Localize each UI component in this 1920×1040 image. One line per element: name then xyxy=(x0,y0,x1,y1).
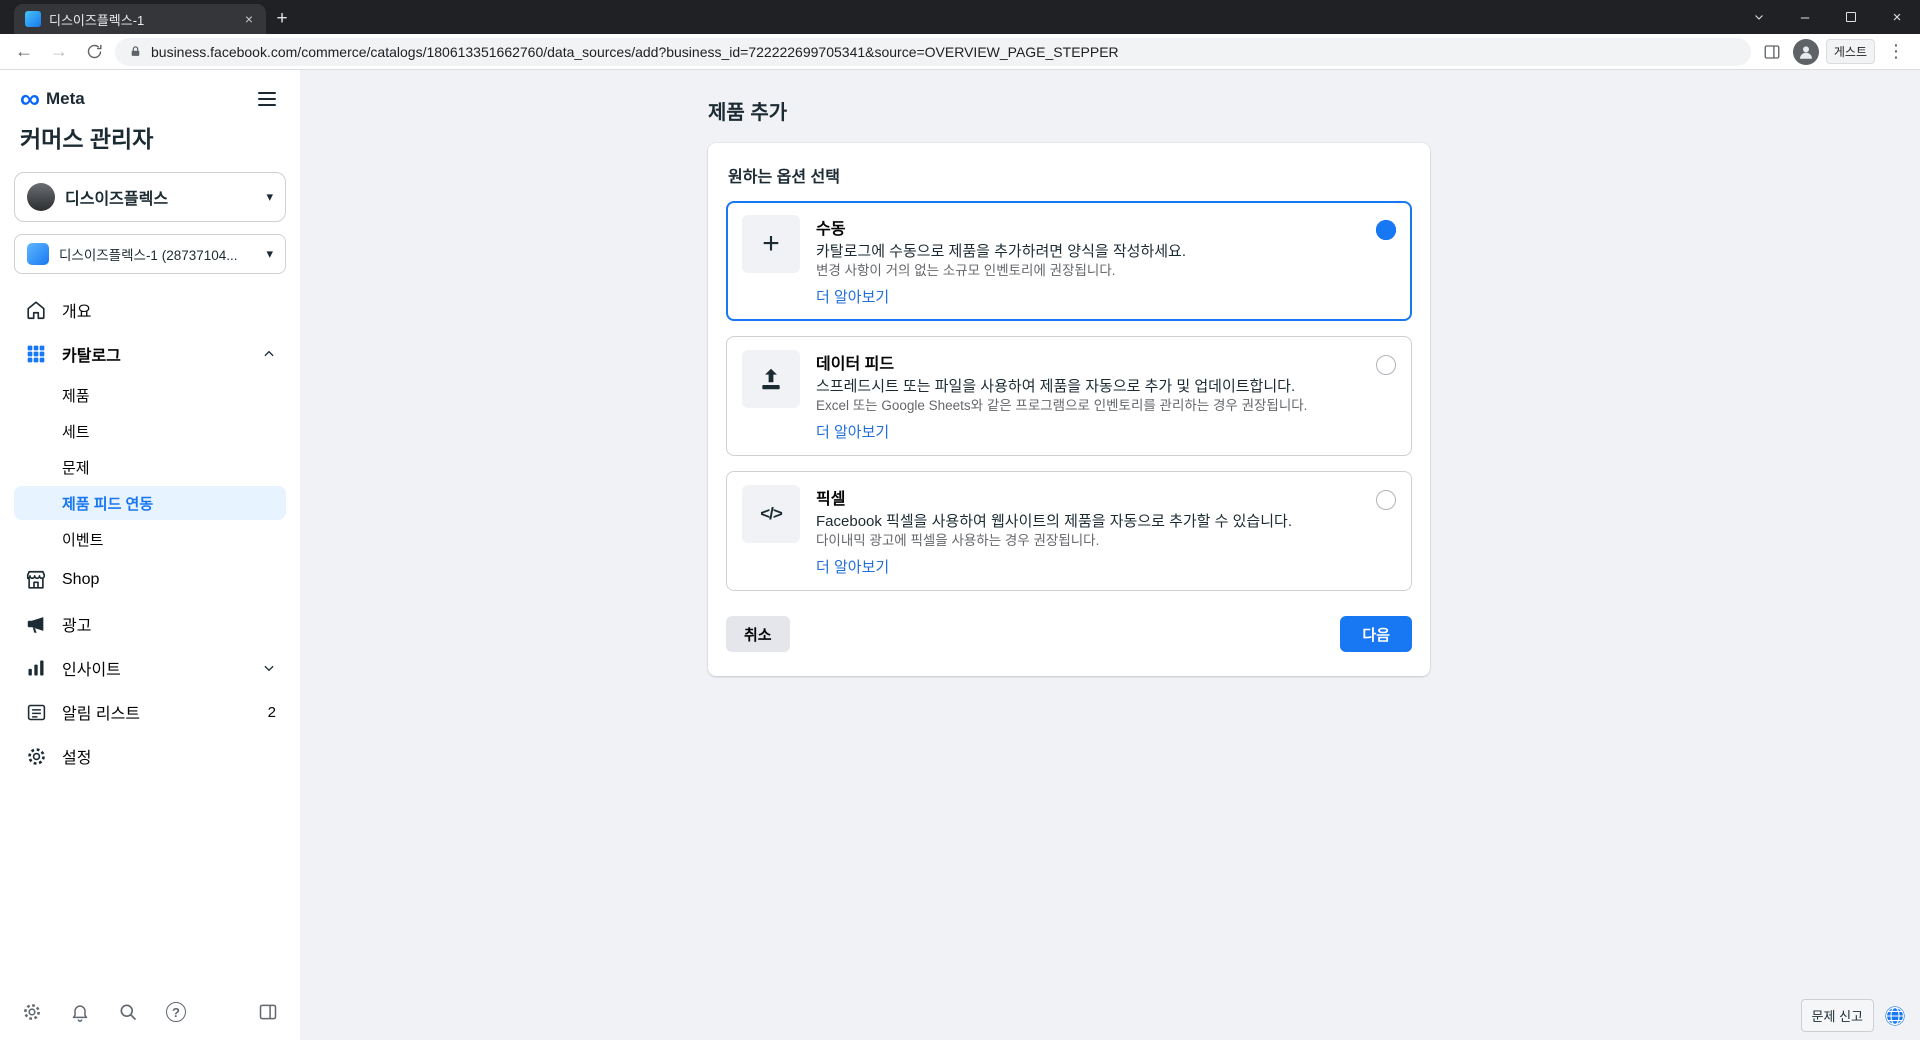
browser-titlebar: 디스이즈플렉스-1 × + – × xyxy=(0,0,1920,34)
card-footer: 취소 다음 xyxy=(708,606,1430,672)
person-icon xyxy=(1799,45,1812,59)
upload-icon xyxy=(742,350,800,408)
catalog-avatar xyxy=(27,243,49,265)
megaphone-icon xyxy=(24,613,48,635)
window-controls: – × xyxy=(1736,0,1920,34)
profile-avatar[interactable] xyxy=(1792,38,1819,65)
home-icon xyxy=(24,299,48,321)
browser-tab[interactable]: 디스이즈플렉스-1 × xyxy=(14,4,266,34)
sidebar: ∞ Meta 커머스 관리자 디스이즈플렉스 ▾ 디스이즈플렉스-1 (2873… xyxy=(0,70,300,1040)
tab-favicon-icon xyxy=(25,11,41,27)
window-minimize-button[interactable]: – xyxy=(1782,0,1828,34)
learn-more-link[interactable]: 더 알아보기 xyxy=(816,559,889,576)
new-tab-button[interactable]: + xyxy=(266,4,298,34)
option-title: 픽셀 xyxy=(816,491,846,508)
sidebar-item-shop[interactable]: Shop xyxy=(14,558,286,602)
learn-more-link[interactable]: 더 알아보기 xyxy=(816,424,889,441)
maximize-icon xyxy=(1846,12,1856,22)
chevron-down-icon xyxy=(262,661,276,675)
window-close-button[interactable]: × xyxy=(1874,0,1920,34)
caret-down-icon: ▾ xyxy=(266,246,273,261)
option-description: Facebook 픽셀을 사용하여 웹사이트의 제품을 자동으로 추가할 수 있… xyxy=(816,513,1292,530)
window-maximize-button[interactable] xyxy=(1828,0,1874,34)
browser-menu-button[interactable]: ⋮ xyxy=(1882,38,1910,66)
sidebar-item-overview[interactable]: 개요 xyxy=(14,288,286,332)
gear-icon xyxy=(24,746,48,767)
report-problem-button[interactable]: 문제 신고 xyxy=(1800,999,1874,1032)
next-button[interactable]: 다음 xyxy=(1340,616,1412,652)
option-pixel[interactable]: </> 픽셀 Facebook 픽셀을 사용하여 웹사이트의 제품을 자동으로 … xyxy=(726,471,1412,591)
catalog-name: 디스이즈플렉스-1 (28737104... xyxy=(59,248,238,263)
storefront-icon xyxy=(24,569,48,591)
bar-chart-icon xyxy=(24,658,48,678)
cancel-button[interactable]: 취소 xyxy=(726,616,790,652)
sidebar-item-ads[interactable]: 광고 xyxy=(14,602,286,646)
address-bar[interactable]: business.facebook.com/commerce/catalogs/… xyxy=(115,37,1751,66)
option-data-feed[interactable]: 데이터 피드 스프레드시트 또는 파일을 사용하여 제품을 자동으로 추가 및 … xyxy=(726,336,1412,456)
business-selector[interactable]: 디스이즈플렉스 ▾ xyxy=(14,172,286,222)
sidebar-menu: 개요 카탈로그 제품 세트 문제 제품 피드 연동 이벤트 Shop 광고 인사… xyxy=(14,288,286,778)
notification-count-badge: 2 xyxy=(267,703,276,721)
sidebar-item-notifications[interactable]: 알림 리스트 2 xyxy=(14,690,286,734)
sidebar-item-product-feed[interactable]: 제품 피드 연동 xyxy=(14,486,286,520)
lock-icon xyxy=(129,45,142,58)
tab-close-icon[interactable]: × xyxy=(240,10,258,28)
option-description: 스프레드시트 또는 파일을 사용하여 제품을 자동으로 추가 및 업데이트합니다… xyxy=(816,378,1296,395)
page-corner: 문제 신고 xyxy=(1800,999,1906,1032)
options-card: 원하는 옵션 선택 + 수동 카탈로그에 수동으로 제품을 추가하려면 양식을 … xyxy=(708,143,1430,676)
option-note: 다이내믹 광고에 픽셀을 사용하는 경우 권장됩니다. xyxy=(816,533,1100,548)
chevron-up-icon xyxy=(262,347,276,361)
back-button[interactable]: ← xyxy=(10,38,38,66)
meta-logo: ∞ Meta xyxy=(20,83,85,114)
profile-name-chip[interactable]: 게스트 xyxy=(1825,39,1875,64)
browser-toolbar: ← → business.facebook.com/commerce/catal… xyxy=(0,34,1920,70)
url-text: business.facebook.com/commerce/catalogs/… xyxy=(151,43,1119,60)
help-icon[interactable]: ? xyxy=(166,1002,186,1022)
catalog-submenu: 제품 세트 문제 제품 피드 연동 이벤트 xyxy=(14,378,286,556)
option-description: 카탈로그에 수동으로 제품을 추가하려면 양식을 작성하세요. xyxy=(816,243,1187,260)
forward-button[interactable]: → xyxy=(45,38,73,66)
catalog-selector[interactable]: 디스이즈플렉스-1 (28737104... ▾ xyxy=(14,234,286,274)
caret-down-icon: ▾ xyxy=(266,189,273,204)
bell-icon[interactable] xyxy=(70,1002,90,1022)
meta-infinity-icon: ∞ xyxy=(20,83,40,114)
globe-icon[interactable] xyxy=(1884,1005,1906,1027)
app-title: 커머스 관리자 xyxy=(20,126,154,152)
sidebar-item-events[interactable]: 이벤트 xyxy=(14,522,286,556)
sidebar-footer: ? xyxy=(0,984,300,1040)
radio-pixel[interactable] xyxy=(1376,490,1396,510)
sidebar-item-settings[interactable]: 설정 xyxy=(14,734,286,778)
option-title: 수동 xyxy=(816,221,846,238)
option-manual[interactable]: + 수동 카탈로그에 수동으로 제품을 추가하려면 양식을 작성하세요. 변경 … xyxy=(726,201,1412,321)
sidebar-item-sets[interactable]: 세트 xyxy=(14,414,286,448)
sidebar-item-issues[interactable]: 문제 xyxy=(14,450,286,484)
window-menu-chevron-icon[interactable] xyxy=(1736,0,1782,34)
business-avatar xyxy=(27,183,55,211)
radio-manual[interactable] xyxy=(1376,220,1396,240)
reload-button[interactable] xyxy=(80,38,108,66)
meta-wordmark: Meta xyxy=(45,89,85,108)
learn-more-link[interactable]: 더 알아보기 xyxy=(816,289,889,306)
option-note: 변경 사항이 거의 없는 소규모 인벤토리에 권장됩니다. xyxy=(816,263,1116,278)
side-panel-button[interactable] xyxy=(1758,38,1786,66)
footer-gear-icon[interactable] xyxy=(22,1002,42,1022)
sidebar-item-catalog[interactable]: 카탈로그 xyxy=(14,332,286,376)
option-note: Excel 또는 Google Sheets와 같은 프로그램으로 인벤토리를 … xyxy=(816,398,1308,413)
plus-icon: + xyxy=(742,215,800,273)
main-content: 제품 추가 원하는 옵션 선택 + 수동 카탈로그에 수동으로 제품을 추가하려… xyxy=(300,70,1920,1040)
tab-title: 디스이즈플렉스-1 xyxy=(49,12,145,28)
card-title: 원하는 옵션 선택 xyxy=(728,169,840,186)
page-title: 제품 추가 xyxy=(708,102,788,124)
code-icon: </> xyxy=(742,485,800,543)
search-icon[interactable] xyxy=(118,1002,138,1022)
sidebar-item-insights[interactable]: 인사이트 xyxy=(14,646,286,690)
radio-data-feed[interactable] xyxy=(1376,355,1396,375)
option-title: 데이터 피드 xyxy=(816,356,895,373)
collapse-panel-icon[interactable] xyxy=(258,1002,278,1022)
list-icon xyxy=(24,702,48,723)
business-name: 디스이즈플렉스 xyxy=(65,191,169,208)
sidebar-item-products[interactable]: 제품 xyxy=(14,378,286,412)
hamburger-menu-icon[interactable] xyxy=(254,88,280,110)
grid-icon xyxy=(24,344,48,364)
